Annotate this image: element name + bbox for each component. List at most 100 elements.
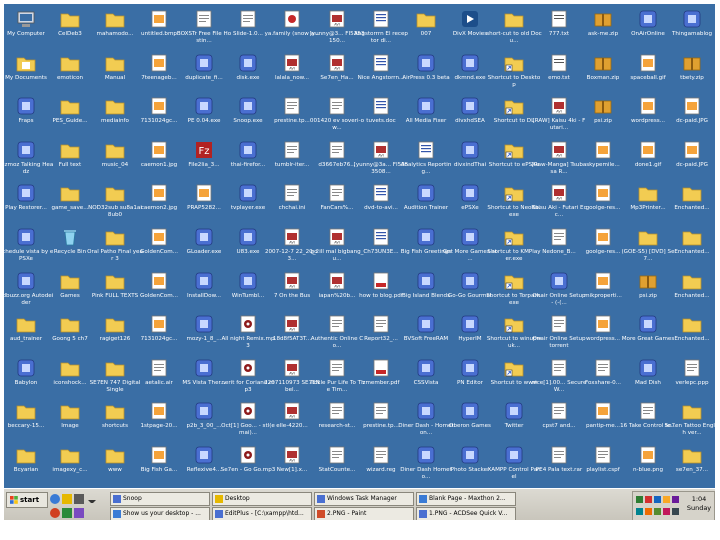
folder-icon — [105, 401, 125, 421]
desktop-icon-item[interactable]: verlepc.ppp — [666, 354, 715, 399]
divx-icon — [460, 9, 480, 29]
app-icon — [16, 96, 36, 116]
word-document-icon — [371, 227, 391, 247]
audio-file-icon — [238, 358, 258, 378]
taskbar-button[interactable]: 1.PNG - ACDSee Quick V... — [416, 507, 516, 520]
app-icon — [215, 509, 223, 518]
folder-icon — [60, 140, 80, 160]
folder-icon — [60, 401, 80, 421]
image-file-icon — [682, 140, 702, 160]
shortcut-icon — [504, 96, 524, 116]
folder-icon — [60, 271, 80, 291]
folder-icon[interactable] — [62, 494, 72, 504]
desktop-icon-item[interactable]: Enchanted... — [666, 267, 715, 312]
svg-text:AVI: AVI — [289, 67, 295, 71]
svg-text:AVI: AVI — [378, 154, 384, 158]
desktop-icon-item[interactable]: dc-paid.JPG — [666, 92, 715, 137]
app-icon — [416, 445, 436, 465]
image-file-icon — [638, 445, 658, 465]
desktop[interactable]: My Computer CelDeb3 mahamodo... untitled.bm… — [4, 4, 715, 488]
app-icon — [194, 96, 214, 116]
desktop-icon-item[interactable]: Enchanted... — [666, 179, 715, 224]
folder-icon — [105, 183, 125, 203]
taskbar-button[interactable]: 2.PNG - Paint — [314, 507, 414, 520]
app-icon — [16, 183, 36, 203]
volume-icon[interactable] — [636, 508, 643, 515]
folder-icon — [682, 227, 702, 247]
chevron-down-icon[interactable] — [88, 500, 96, 508]
app-icon[interactable] — [663, 508, 670, 515]
folder-icon — [60, 96, 80, 116]
app-icon — [460, 96, 480, 116]
paint-icon — [317, 509, 325, 518]
svg-text:Fz: Fz — [198, 146, 209, 157]
app-icon — [238, 183, 258, 203]
media-file-icon — [282, 9, 302, 29]
video-file-icon: AVI — [549, 96, 569, 116]
app-icon — [194, 314, 214, 334]
document-icon — [371, 445, 391, 465]
start-button[interactable]: start — [6, 492, 48, 508]
taskbar-button[interactable]: Blank Page - Maxthon 2... — [416, 492, 516, 506]
desktop-icon-item[interactable]: se7en_37... — [666, 441, 715, 486]
app-icon[interactable] — [654, 496, 661, 503]
app-icon[interactable] — [672, 508, 679, 515]
app-icon[interactable] — [672, 496, 679, 503]
video-file-icon: AVI — [327, 271, 347, 291]
app-icon — [549, 271, 569, 291]
taskbar-button[interactable]: Show us your desktop - ... — [110, 507, 210, 520]
taskbar-button[interactable]: Desktop — [212, 492, 312, 506]
browser-icon[interactable] — [50, 494, 60, 504]
document-icon — [327, 183, 347, 203]
app-icon[interactable] — [645, 508, 652, 515]
clock[interactable]: 1:04 Sunday — [685, 495, 713, 513]
antivirus-icon[interactable] — [645, 496, 652, 503]
app-icon[interactable] — [654, 508, 661, 515]
media-icon[interactable] — [50, 508, 60, 518]
document-icon — [638, 401, 658, 421]
shortcut-icon — [504, 314, 524, 334]
desktop-icon[interactable] — [74, 494, 84, 504]
app-icon — [317, 494, 325, 503]
taskbar-button[interactable]: EditPlus - [C:\xampp\htd... — [212, 507, 312, 520]
app-icon[interactable] — [62, 508, 72, 518]
app-icon — [194, 401, 214, 421]
browser-icon — [113, 509, 121, 518]
taskbar-button[interactable]: Windows Task Manager — [314, 492, 414, 506]
svg-text:AVI: AVI — [289, 372, 295, 376]
document-icon — [282, 96, 302, 116]
shortcut-icon — [504, 53, 524, 73]
app-icon[interactable] — [74, 508, 84, 518]
image-file-icon — [149, 183, 169, 203]
word-document-icon — [371, 183, 391, 203]
network-icon[interactable] — [636, 496, 643, 503]
video-file-icon: AVI — [327, 53, 347, 73]
document-icon — [593, 358, 613, 378]
app-icon — [638, 358, 658, 378]
desktop-icon-item[interactable]: Enchanted... — [666, 310, 715, 355]
desktop-icon-item[interactable]: Se7en Tattoo English ver... — [665, 397, 715, 442]
app-icon — [460, 358, 480, 378]
app-icon[interactable] — [663, 496, 670, 503]
taskbar-button[interactable]: Snoop — [110, 492, 210, 506]
desktop-icon-item[interactable]: dc-paid.JPG — [666, 136, 715, 181]
browser-icon — [419, 494, 427, 503]
video-file-icon: AVI — [282, 401, 302, 421]
document-icon — [327, 96, 347, 116]
desktop-icon-item[interactable]: tbety.zip — [666, 49, 715, 94]
folder-icon — [682, 445, 702, 465]
folder-icon — [682, 314, 702, 334]
taskbar-button-label: EditPlus - [C:\xampp\htd... — [225, 510, 304, 517]
desktop-icon-item[interactable]: Thingamablog — [666, 5, 715, 50]
app-icon — [16, 140, 36, 160]
app-icon — [194, 227, 214, 247]
desktop-icon-item[interactable]: Enchanted... — [666, 223, 715, 268]
svg-text:AVI: AVI — [289, 415, 295, 419]
folder-icon — [16, 401, 36, 421]
video-file-icon: AVI — [282, 53, 302, 73]
app-icon — [113, 494, 121, 503]
app-icon — [194, 358, 214, 378]
document-icon — [549, 401, 569, 421]
pdf-file-icon — [371, 271, 391, 291]
video-file-icon: AVI — [282, 358, 302, 378]
